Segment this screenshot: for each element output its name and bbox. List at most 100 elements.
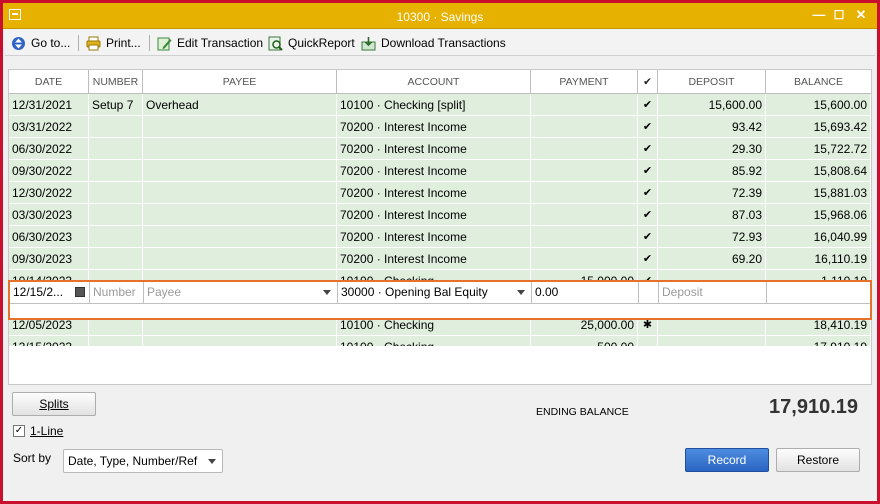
cell-balance: 15,600.00 (766, 94, 871, 116)
cell-payee (143, 226, 337, 248)
printer-icon (86, 36, 101, 51)
cell-payment (531, 138, 638, 160)
cell-date: 12/30/2022 (9, 182, 89, 204)
download-icon (361, 36, 376, 51)
column-number[interactable]: NUMBER (89, 70, 143, 94)
toolbar-divider (149, 35, 150, 51)
goto-button[interactable]: Go to... (11, 34, 70, 52)
cell-account: 70200 · Interest Income (337, 182, 531, 204)
quickreport-button[interactable]: QuickReport (268, 34, 355, 52)
cell-payee (143, 336, 337, 346)
cell-number (89, 226, 143, 248)
calendar-icon[interactable] (75, 287, 85, 297)
table-row[interactable]: 12/31/2021 Setup 7 Overhead 10100 · Checkin… (9, 94, 871, 116)
column-cleared[interactable]: ✔ (638, 70, 658, 94)
cell-cleared (638, 336, 658, 346)
one-line-checkbox[interactable]: ✓ (13, 425, 25, 437)
toolbar: Go to... Print... Edit Transaction Quick… (5, 30, 875, 56)
restore-button[interactable]: Restore (776, 448, 860, 472)
cell-date: 09/30/2022 (9, 160, 89, 182)
column-balance[interactable]: BALANCE (766, 70, 871, 94)
sort-by-value: Date, Type, Number/Ref (68, 454, 198, 468)
cell-date: 12/15/2023 (9, 336, 89, 346)
cell-payment (531, 94, 638, 116)
table-row[interactable]: 03/30/2023 70200 · Interest Income ✔ 87.03 1… (9, 204, 871, 226)
cell-date: 06/30/2022 (9, 138, 89, 160)
quickreport-icon (268, 36, 283, 51)
cell-cleared: ✔ (638, 182, 658, 204)
edit-transaction-button[interactable]: Edit Transaction (157, 34, 263, 52)
close-button[interactable]: ✕ (853, 7, 869, 23)
print-button[interactable]: Print... (86, 34, 141, 52)
table-row[interactable]: 03/31/2022 70200 · Interest Income ✔ 93.42 1… (9, 116, 871, 138)
entry-line: 12/15/2... Number Payee 30000 · Opening … (10, 282, 870, 304)
column-date[interactable]: DATE (9, 70, 89, 94)
table-row[interactable]: 06/30/2022 70200 · Interest Income ✔ 29.30 1… (9, 138, 871, 160)
download-transactions-button[interactable]: Download Transactions (361, 34, 506, 52)
cell-number (89, 336, 143, 346)
column-account[interactable]: ACCOUNT (337, 70, 531, 94)
cell-number (89, 248, 143, 270)
cell-balance: 15,722.72 (766, 138, 871, 160)
chevron-down-icon[interactable] (323, 290, 331, 295)
column-header: DATE NUMBER PAYEE ACCOUNT PAYMENT ✔ DEPO… (9, 70, 871, 94)
title-bar[interactable]: 10300 · Savings — ☐ ✕ (3, 3, 877, 29)
sort-by-select[interactable]: Date, Type, Number/Ref (63, 449, 223, 473)
column-payee[interactable]: PAYEE (143, 70, 337, 94)
entry-balance-field (767, 282, 870, 304)
one-line-toggle[interactable]: ✓ 1-Line (13, 424, 63, 438)
column-payment[interactable]: PAYMENT (531, 70, 638, 94)
cell-account: 70200 · Interest Income (337, 116, 531, 138)
cell-payee (143, 204, 337, 226)
cell-payment: 500.00 (531, 336, 638, 346)
entry-deposit-field[interactable]: Deposit (659, 282, 767, 304)
cell-number (89, 160, 143, 182)
cell-balance: 16,040.99 (766, 226, 871, 248)
entry-payment-field[interactable]: 0.00 (532, 282, 639, 304)
entry-payee-field[interactable]: Payee (144, 282, 338, 304)
minimize-button[interactable]: — (811, 7, 827, 23)
toolbar-divider (78, 35, 79, 51)
cell-payee (143, 248, 337, 270)
entry-payee-placeholder: Payee (147, 285, 182, 299)
chevron-down-icon[interactable] (517, 290, 525, 295)
entry-number-field[interactable]: Number (90, 282, 144, 304)
cell-balance: 15,808.64 (766, 160, 871, 182)
cell-number (89, 204, 143, 226)
table-row[interactable]: 12/30/2022 70200 · Interest Income ✔ 72.39 1… (9, 182, 871, 204)
entry-account-field[interactable]: 30000 · Opening Bal Equity (338, 282, 532, 304)
table-row[interactable]: 09/30/2023 70200 · Interest Income ✔ 69.20 1… (9, 248, 871, 270)
entry-date-field[interactable]: 12/15/2... (10, 282, 90, 304)
edit-transaction-label: Edit Transaction (177, 36, 264, 50)
cell-cleared: ✔ (638, 160, 658, 182)
cell-account: 10100 · Checking (337, 336, 531, 346)
maximize-button[interactable]: ☐ (831, 7, 847, 23)
cell-account: 70200 · Interest Income (337, 138, 531, 160)
cell-payment (531, 116, 638, 138)
cell-payment (531, 226, 638, 248)
new-transaction-entry: 12/15/2... Number Payee 30000 · Opening … (8, 280, 872, 320)
record-button[interactable]: Record (685, 448, 769, 472)
cell-deposit (658, 336, 766, 346)
register-window: 10300 · Savings — ☐ ✕ Go to... Print... … (0, 0, 880, 504)
cell-date: 03/30/2023 (9, 204, 89, 226)
edit-icon (157, 36, 172, 51)
splits-button[interactable]: Splits (12, 392, 96, 416)
cell-cleared: ✔ (638, 138, 658, 160)
cell-balance: 15,968.06 (766, 204, 871, 226)
cell-number (89, 182, 143, 204)
table-row[interactable]: 12/15/2023 10100 · Checking500.00 17,910.1… (9, 336, 871, 346)
cell-cleared: ✔ (638, 226, 658, 248)
cell-number (89, 138, 143, 160)
table-row[interactable]: 09/30/2022 70200 · Interest Income ✔ 85.92 1… (9, 160, 871, 182)
goto-label: Go to... (31, 36, 71, 50)
column-deposit[interactable]: DEPOSIT (658, 70, 766, 94)
download-transactions-label: Download Transactions (381, 36, 506, 50)
entry-cleared-field[interactable] (639, 282, 659, 304)
table-row[interactable]: 06/30/2023 70200 · Interest Income ✔ 72.93 1… (9, 226, 871, 248)
cell-date: 09/30/2023 (9, 248, 89, 270)
cell-balance: 16,110.19 (766, 248, 871, 270)
ending-balance-value: 17,910.19 (769, 396, 858, 418)
register-grid: DATE NUMBER PAYEE ACCOUNT PAYMENT ✔ DEPO… (8, 69, 872, 385)
restore-label: Restore (796, 453, 840, 467)
